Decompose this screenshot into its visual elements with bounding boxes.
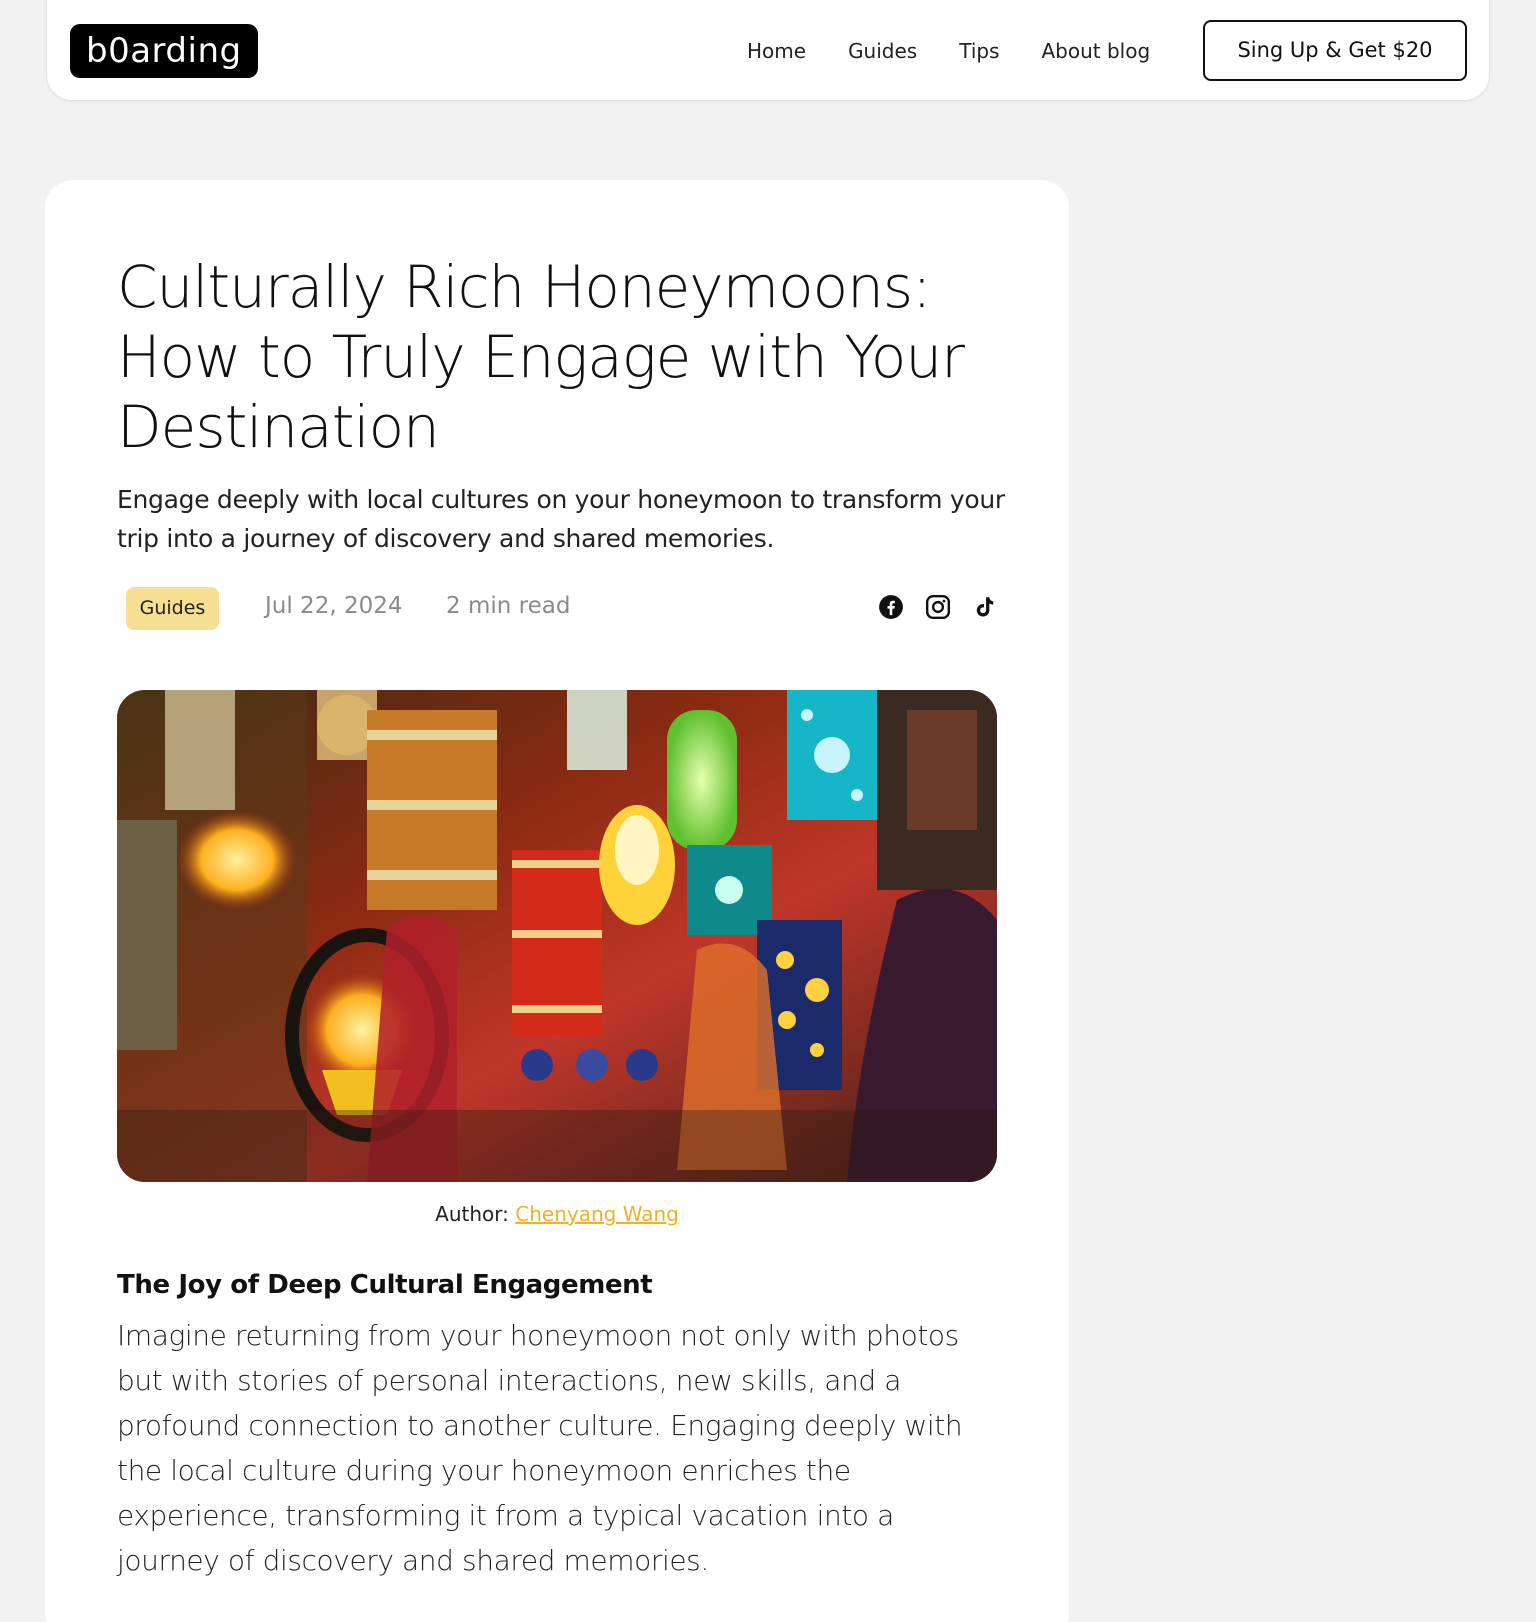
signup-button[interactable]: Sing Up & Get $20 xyxy=(1203,20,1467,81)
article-title: Culturally Rich Honeymoons: How to Truly… xyxy=(117,253,965,461)
site-header: b0arding Home Guides Tips About blog Sin… xyxy=(46,0,1490,101)
hero-image xyxy=(117,690,997,1182)
main-nav: Home Guides Tips About blog xyxy=(747,36,1150,66)
instagram-icon[interactable] xyxy=(925,594,951,620)
nav-tips[interactable]: Tips xyxy=(959,36,999,66)
author-link[interactable]: Chenyang Wang xyxy=(515,1202,679,1226)
caption-prefix: Author: xyxy=(435,1202,516,1226)
nav-about-blog[interactable]: About blog xyxy=(1042,36,1151,66)
nav-guides[interactable]: Guides xyxy=(848,36,917,66)
social-links xyxy=(878,594,998,620)
section-title: The Joy of Deep Cultural Engagement xyxy=(117,1270,653,1300)
read-time: 2 min read xyxy=(446,593,571,619)
tiktok-icon[interactable] xyxy=(972,594,998,620)
image-caption: Author: Chenyang Wang xyxy=(45,1202,1069,1226)
nav-home[interactable]: Home xyxy=(747,36,806,66)
category-badge[interactable]: Guides xyxy=(126,587,219,630)
article-card: Culturally Rich Honeymoons: How to Truly… xyxy=(45,180,1069,1622)
facebook-icon[interactable] xyxy=(878,594,904,620)
site-logo[interactable]: b0arding xyxy=(70,24,258,78)
article-subtitle: Engage deeply with local cultures on you… xyxy=(117,485,1005,553)
publish-date: Jul 22, 2024 xyxy=(265,593,403,619)
article-paragraph: Imagine returning from your honeymoon no… xyxy=(117,1319,963,1577)
